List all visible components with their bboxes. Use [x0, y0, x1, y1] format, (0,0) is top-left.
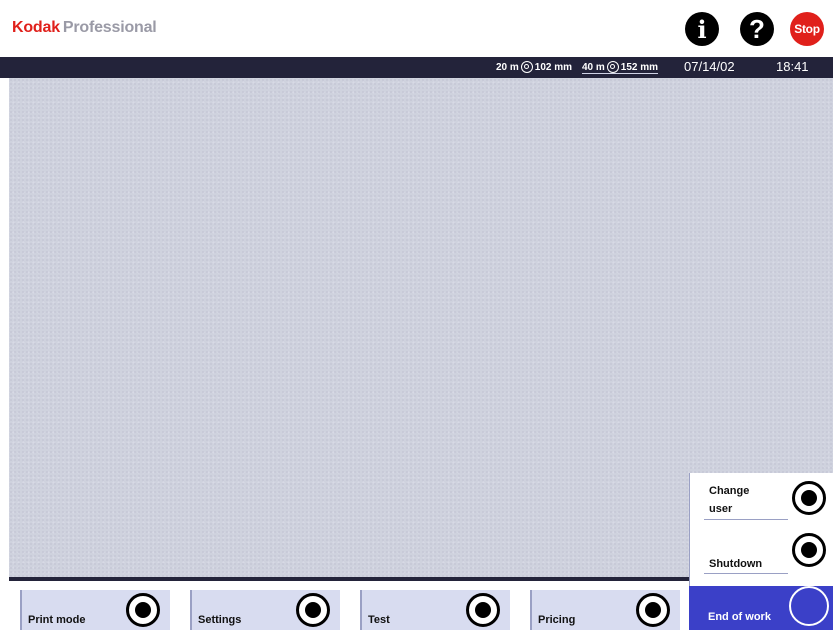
select-target-icon [296, 593, 330, 627]
select-ring-icon [789, 586, 829, 626]
stop-label: Stop [794, 22, 820, 36]
roll2-width: 152 mm [620, 61, 659, 73]
select-target-icon [636, 593, 670, 627]
brand-kodak: Kodak [12, 19, 60, 36]
test-button[interactable]: Test [360, 590, 510, 630]
pricing-label: Pricing [538, 614, 576, 626]
change-user-button[interactable]: Change user [690, 473, 833, 529]
help-button[interactable]: ? [740, 12, 774, 46]
roll-status-2: 40 m 152 mm [582, 61, 659, 74]
stop-button[interactable]: Stop [790, 12, 824, 46]
paper-roll-icon [520, 61, 533, 73]
kodak-professional-logo: Kodak Professional [12, 19, 157, 37]
change-user-label-line1: Change [709, 485, 750, 497]
roll2-length: 40 m [582, 61, 605, 73]
select-target-icon [792, 481, 826, 515]
pricing-button[interactable]: Pricing [530, 590, 680, 630]
roll-status-1: 20 m 102 mm [496, 61, 572, 73]
end-of-work-button[interactable]: End of work [689, 586, 833, 630]
change-user-label-line2: user [709, 503, 733, 515]
roll1-width: 102 mm [534, 61, 573, 73]
settings-button[interactable]: Settings [190, 590, 340, 630]
time-display: 18:41 [776, 59, 809, 74]
left-margin [0, 78, 9, 577]
select-target-icon [126, 593, 160, 627]
test-label: Test [368, 614, 390, 626]
divider-line [704, 573, 788, 574]
end-of-work-label: End of work [708, 611, 771, 623]
select-target-icon [792, 533, 826, 567]
divider-line [704, 519, 788, 520]
brand-professional: Professional [62, 19, 157, 36]
shutdown-label: Shutdown [709, 558, 763, 570]
print-mode-button[interactable]: Print mode [20, 590, 170, 630]
print-mode-label: Print mode [28, 614, 86, 626]
header-bar: Kodak Professional i ? Stop [0, 0, 833, 57]
shutdown-button[interactable]: Shutdown [690, 531, 833, 583]
select-target-icon [466, 593, 500, 627]
info-button[interactable]: i [685, 12, 719, 46]
info-icon: i [697, 14, 707, 44]
settings-label: Settings [198, 614, 242, 626]
help-icon: ? [749, 13, 765, 44]
paper-roll-icon [606, 61, 619, 73]
roll1-length: 20 m [496, 61, 519, 73]
status-bar: 20 m 102 mm 40 m 152 mm 07/14/02 18:41 [0, 57, 833, 78]
date-display: 07/14/02 [684, 59, 735, 74]
